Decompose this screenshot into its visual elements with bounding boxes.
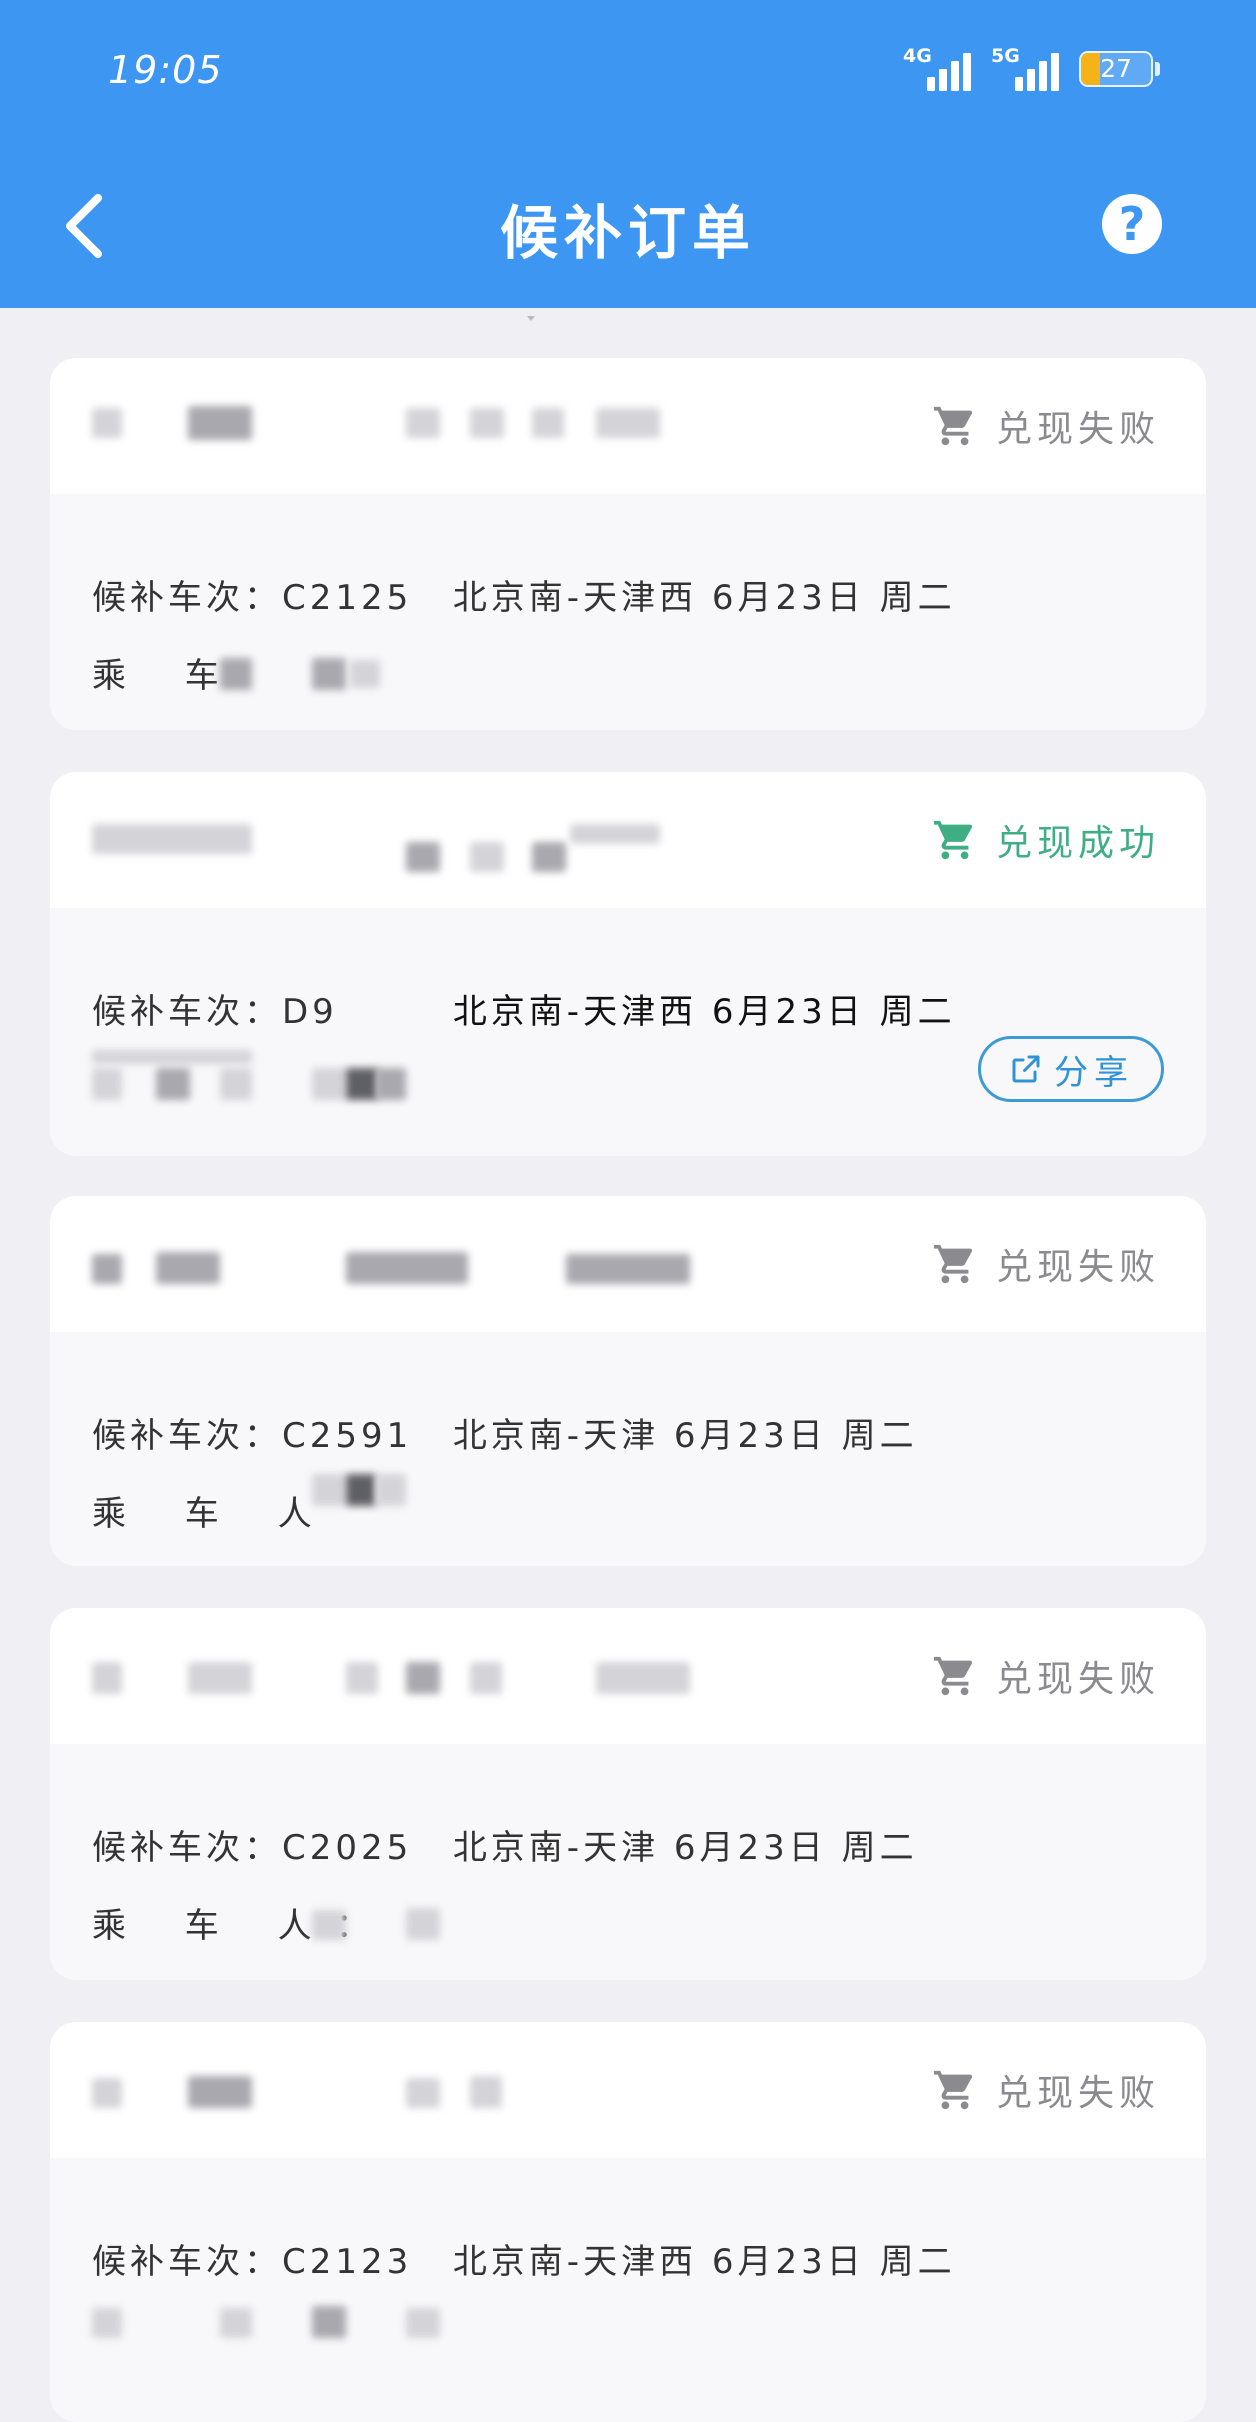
order-status: 兑现失败: [932, 1650, 1160, 1702]
passenger-label: 乘 车 人：: [92, 1906, 394, 1946]
order-status: 兑现成功: [932, 814, 1160, 866]
order-header: 兑现失败: [50, 1608, 1206, 1744]
page-title: 候补订单: [499, 199, 756, 267]
order-status: 兑现失败: [932, 400, 1160, 452]
order-header: 兑现成功: [50, 772, 1206, 908]
pull-indicator-icon: [527, 316, 535, 321]
passenger-label: 乘 车 人: [92, 1494, 336, 1534]
cart-icon: [932, 403, 978, 449]
signal-4g-icon: 4G: [903, 45, 973, 93]
share-button[interactable]: 分享: [978, 1036, 1164, 1102]
cart-icon: [932, 2067, 978, 2113]
cart-icon: [932, 817, 978, 863]
train-info: 候补车次：C2123 北京南-天津西 6月23日 周二: [92, 2242, 956, 2282]
train-info: 候补车次：C2025 北京南-天津 6月23日 周二: [92, 1828, 918, 1868]
order-header: 兑现失败: [50, 358, 1206, 494]
app-header: 19:05 4G 5G 27 候补订单 ?: [0, 0, 1256, 308]
train-info: 候补车次：D9 北京南-天津西 6月23日 周二: [92, 992, 956, 1032]
question-icon: ?: [1118, 197, 1146, 251]
order-header: 兑现失败: [50, 1196, 1206, 1332]
battery-icon: 27: [1079, 51, 1153, 87]
order-card[interactable]: 兑现失败 候补车次：C2123 北京南-天津西 6月23日 周二: [50, 2022, 1206, 2422]
order-card[interactable]: 兑现失败 候补车次：C2591 北京南-天津 6月23日 周二 乘 车 人: [50, 1196, 1206, 1566]
order-status: 兑现失败: [932, 1238, 1160, 1290]
share-icon: [1012, 1055, 1040, 1083]
signal-5g-icon: 5G: [991, 45, 1061, 93]
order-card[interactable]: 兑现成功 候补车次：D9 北京南-天津西 6月23日 周二 分享: [50, 772, 1206, 1156]
cart-icon: [932, 1241, 978, 1287]
order-header: 兑现失败: [50, 2022, 1206, 2158]
status-time: 19:05: [108, 48, 223, 92]
status-icons: 4G 5G 27: [903, 44, 1160, 94]
order-card[interactable]: 兑现失败 候补车次：C2025 北京南-天津 6月23日 周二 乘 车 人：: [50, 1608, 1206, 1980]
help-button[interactable]: ?: [1102, 194, 1162, 254]
cart-icon: [932, 1653, 978, 1699]
train-info: 候补车次：C2125 北京南-天津西 6月23日 周二: [92, 578, 956, 618]
train-info: 候补车次：C2591 北京南-天津 6月23日 周二: [92, 1416, 918, 1456]
order-card[interactable]: 兑现失败 候补车次：C2125 北京南-天津西 6月23日 周二 乘 车: [50, 358, 1206, 730]
battery-level: 27: [1100, 54, 1132, 83]
order-status: 兑现失败: [932, 2064, 1160, 2116]
